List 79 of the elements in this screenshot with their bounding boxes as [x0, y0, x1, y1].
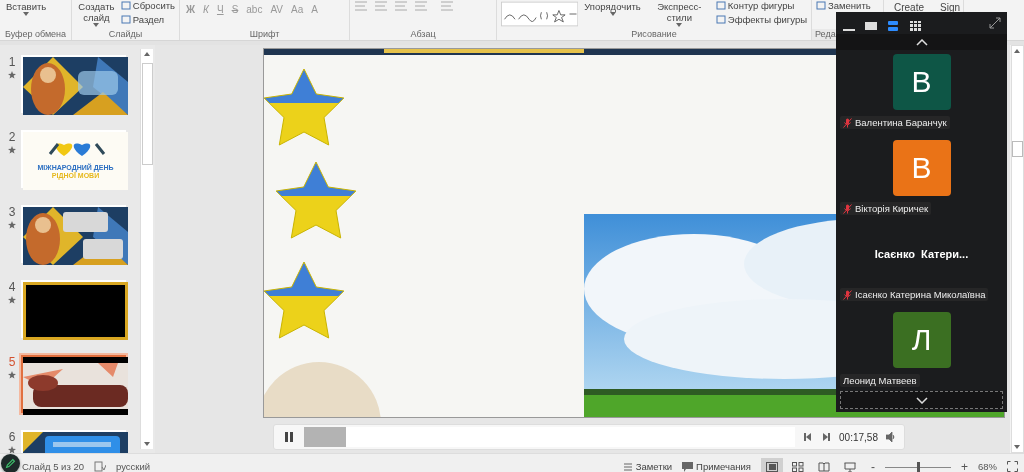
- chevron-down-icon: [915, 396, 928, 404]
- scrollbar[interactable]: [1010, 45, 1024, 453]
- step-forward-icon[interactable]: [821, 432, 832, 442]
- ribbon-button[interactable]: Контур фигуры: [715, 0, 807, 11]
- ribbon-button[interactable]: Вставить: [4, 0, 49, 17]
- group-label: Рисование: [630, 29, 678, 40]
- comment-icon: [682, 461, 694, 472]
- ribbon-button[interactable]: Раздел: [120, 14, 175, 25]
- group-label: Буфер обмена: [3, 29, 68, 40]
- ribbon-button[interactable]: Заменить: [816, 0, 871, 11]
- view-button[interactable]: [760, 457, 783, 472]
- zoom-percent[interactable]: 68%: [978, 461, 997, 472]
- chevron-up-icon: [915, 38, 928, 46]
- group-label: Слайды: [107, 29, 144, 40]
- section-icon: [120, 1, 131, 10]
- ribbon-button[interactable]: Экспресс-стили: [646, 0, 712, 28]
- slide-number: 5: [8, 355, 16, 369]
- participant-name: Ісаєнко Катерина Миколаївна: [840, 288, 989, 301]
- zoom-out-button[interactable]: -: [870, 459, 875, 472]
- comments-button[interactable]: Примечания: [682, 461, 751, 472]
- expand-icon[interactable]: [989, 17, 1001, 29]
- view-icon: [843, 461, 856, 472]
- caret-icon: [23, 12, 30, 16]
- slide-number: 6: [8, 430, 16, 444]
- pause-icon: [282, 430, 296, 444]
- view-icon: [817, 461, 830, 472]
- media-time: 00:17,58: [839, 431, 878, 443]
- scroll-thumb[interactable]: [141, 63, 153, 165]
- slide-number: 4: [8, 280, 16, 294]
- zoom-in-button[interactable]: +: [960, 459, 968, 472]
- shape-icon: [816, 1, 826, 10]
- muted-mic-icon: [843, 289, 852, 300]
- scroll-thumb[interactable]: [1011, 141, 1023, 157]
- caret-icon: [676, 23, 683, 27]
- ribbon-button[interactable]: Сбросить: [120, 0, 175, 11]
- language-label[interactable]: русский: [115, 461, 151, 472]
- view-icon: [791, 461, 804, 472]
- ribbon-button[interactable]: Эффекты фигуры: [715, 14, 807, 25]
- participant-name: Леонид Матвеев: [840, 374, 920, 387]
- slide-number: 3: [8, 205, 16, 219]
- notes-button[interactable]: Заметки: [622, 461, 673, 472]
- view-mode-icon: [887, 21, 899, 31]
- shape-icon: [715, 1, 726, 10]
- view-mode-icon: [909, 21, 921, 31]
- avatar: В: [892, 54, 951, 110]
- avatar: В: [892, 140, 951, 196]
- participant-name: Вікторія Киричек: [840, 202, 932, 215]
- view-mode-icon: [865, 21, 877, 31]
- volume-icon[interactable]: [886, 432, 896, 442]
- slide-number: 1: [8, 55, 16, 69]
- pen-icon: [5, 458, 16, 469]
- spellcheck-icon[interactable]: [93, 461, 106, 472]
- view-icon: [765, 461, 778, 472]
- participant-name: Валентина Баранчук: [840, 116, 950, 129]
- progress-track[interactable]: [304, 427, 796, 447]
- zoom-slider[interactable]: [884, 461, 951, 472]
- group-label: Абзац: [409, 29, 437, 40]
- caret-icon: [609, 12, 616, 16]
- ribbon-button[interactable]: Create: [888, 0, 930, 15]
- shape-gallery[interactable]: [501, 0, 579, 28]
- participant-display-name: Ісаєнко Катери...: [874, 248, 969, 260]
- section-icon: [120, 15, 131, 24]
- ribbon-button[interactable]: Упорядочить: [582, 0, 643, 17]
- step-back-icon[interactable]: [803, 432, 814, 442]
- shape-icon: [715, 15, 726, 24]
- avatar: Л: [892, 312, 951, 368]
- muted-mic-icon: [843, 203, 852, 214]
- group-label: Шрифт: [248, 29, 281, 40]
- slide-counter: Слайд 5 из 20: [22, 461, 84, 472]
- caret-icon: [93, 23, 100, 27]
- scroll-down-button[interactable]: [840, 391, 1003, 409]
- fit-icon[interactable]: [1007, 461, 1018, 472]
- scrollbar[interactable]: [140, 49, 153, 449]
- slide-number: 2: [8, 130, 16, 144]
- notes-icon: [622, 461, 633, 472]
- zoom-thumb[interactable]: [916, 461, 920, 472]
- muted-mic-icon: [843, 117, 852, 128]
- pause-button[interactable]: [282, 430, 296, 444]
- ribbon-button[interactable]: Создать слайд: [76, 0, 117, 28]
